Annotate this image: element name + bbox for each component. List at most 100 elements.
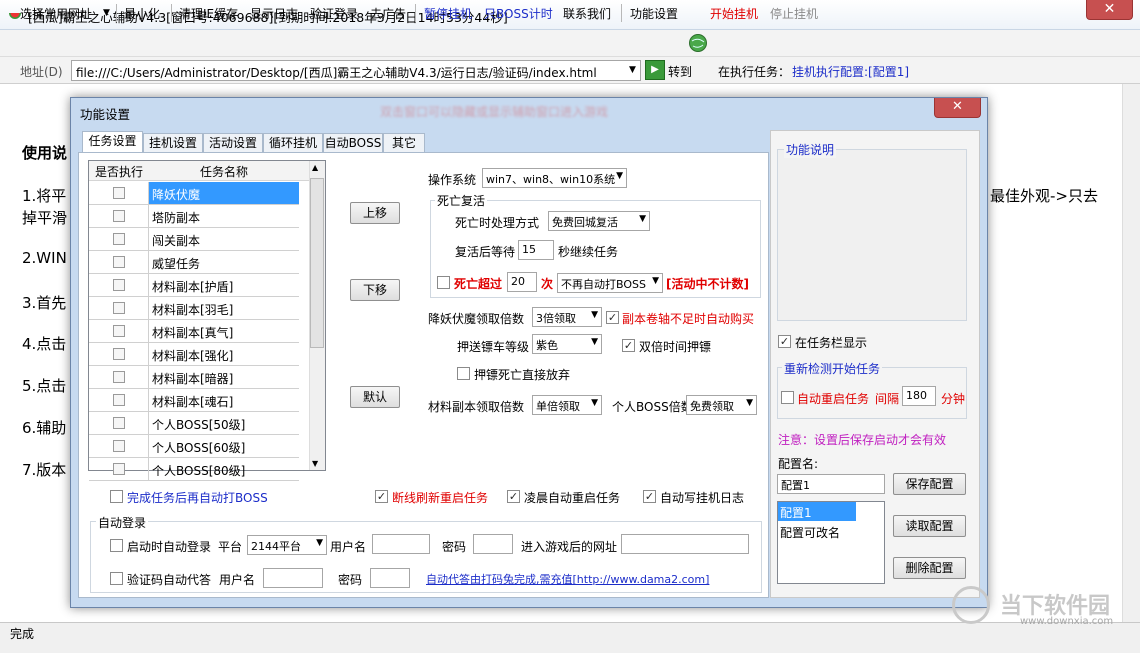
tab-idle-settings[interactable]: 挂机设置: [143, 133, 203, 153]
escort-death-giveup-checkbox[interactable]: [457, 367, 470, 380]
task-list-row[interactable]: 材料副本[暗器]: [89, 366, 299, 389]
verify-login-button[interactable]: 验证登录: [310, 5, 358, 22]
column-header-name[interactable]: 任务名称: [200, 163, 248, 180]
move-up-button[interactable]: 上移: [350, 202, 400, 224]
task-list-row[interactable]: 个人BOSS[60级]: [89, 435, 299, 458]
double-escort-checkbox[interactable]: ✓: [622, 339, 635, 352]
config-list-item[interactable]: 配置可改名: [778, 522, 842, 543]
remove-ads-button[interactable]: 去广告: [370, 5, 406, 22]
task-exec-checkbox[interactable]: [113, 210, 125, 222]
pause-button[interactable]: 暂停挂机: [424, 5, 472, 22]
captcha-service-link[interactable]: 自动代答由打码兔完成,需充值[http://www.dama2.com]: [426, 571, 709, 587]
death-mode-value: 免费回城复活: [552, 216, 618, 229]
settings-button[interactable]: 功能设置: [630, 5, 678, 22]
task-list-row[interactable]: 材料副本[魂石]: [89, 389, 299, 412]
auto-buy-scroll-checkbox[interactable]: ✓: [606, 311, 619, 324]
dawn-restart-checkbox[interactable]: ✓: [507, 490, 520, 503]
config-list-item[interactable]: 配置1: [778, 502, 856, 521]
clear-ie-cache-button[interactable]: 清理IE缓存: [179, 5, 238, 22]
show-taskbar-checkbox[interactable]: ✓: [778, 335, 791, 348]
task-list-row[interactable]: 个人BOSS[50级]: [89, 412, 299, 435]
config-name-input[interactable]: 配置1: [777, 474, 885, 494]
chevron-down-icon: ▼: [591, 337, 598, 347]
address-input[interactable]: file:///C:/Users/Administrator/Desktop/[…: [71, 60, 641, 81]
favorites-dropdown[interactable]: 选择常用网址: [20, 5, 92, 22]
tab-task-settings[interactable]: 任务设置: [82, 131, 143, 153]
task-list-row[interactable]: 降妖伏魔: [89, 182, 299, 205]
task-list-row[interactable]: 材料副本[护盾]: [89, 274, 299, 297]
tab-other[interactable]: 其它: [383, 133, 425, 153]
tab-activity-settings[interactable]: 活动设置: [203, 133, 263, 153]
content-scrollbar[interactable]: [1122, 84, 1140, 622]
after-task-boss-checkbox[interactable]: [110, 490, 123, 503]
task-exec-checkbox[interactable]: [113, 440, 125, 452]
task-exec-checkbox[interactable]: [113, 417, 125, 429]
game-url-input[interactable]: [621, 534, 749, 554]
boss-mult-select[interactable]: 免费领取 ▼: [686, 395, 757, 415]
chevron-down-icon[interactable]: ▼: [312, 459, 318, 468]
chevron-down-icon[interactable]: ▼: [103, 8, 110, 18]
demon-mult-select[interactable]: 3倍领取 ▼: [532, 307, 602, 327]
task-list-row[interactable]: 个人BOSS[80级]: [89, 458, 299, 481]
captcha-username-input[interactable]: [263, 568, 323, 588]
task-exec-checkbox[interactable]: [113, 463, 125, 475]
contact-button[interactable]: 联系我们: [563, 5, 611, 22]
move-down-button[interactable]: 下移: [350, 279, 400, 301]
read-config-button[interactable]: 读取配置: [893, 515, 966, 537]
task-exec-checkbox[interactable]: [113, 187, 125, 199]
auto-log-checkbox[interactable]: ✓: [643, 490, 656, 503]
chevron-up-icon[interactable]: ▲: [312, 163, 318, 172]
task-list-row[interactable]: 材料副本[真气]: [89, 320, 299, 343]
death-exceed-action-select[interactable]: 不再自动打BOSS ▼: [557, 273, 663, 293]
platform-select[interactable]: 2144平台 ▼: [247, 535, 327, 555]
play-icon[interactable]: ▶: [645, 60, 665, 80]
delete-config-button[interactable]: 删除配置: [893, 557, 966, 579]
os-select[interactable]: win7、win8、win10系统 ▼: [482, 168, 627, 188]
task-exec-checkbox[interactable]: [113, 325, 125, 337]
platform-label: 平台: [218, 540, 243, 554]
death-exceed-input[interactable]: 20: [507, 272, 537, 292]
task-exec-checkbox[interactable]: [113, 394, 125, 406]
chevron-down-icon[interactable]: ▼: [625, 61, 640, 80]
boss-timer-button[interactable]: 只BOSS计时: [484, 5, 553, 22]
window-close-button[interactable]: ✕: [1086, 0, 1133, 20]
interval-input[interactable]: 180: [902, 386, 936, 406]
default-button[interactable]: 默认: [350, 386, 400, 408]
task-list-row[interactable]: 威望任务: [89, 251, 299, 274]
auto-restart-checkbox[interactable]: [781, 391, 794, 404]
minimize-button[interactable]: 最小化: [124, 5, 160, 22]
task-exec-checkbox[interactable]: [113, 233, 125, 245]
dialog-close-button[interactable]: ✕: [934, 98, 981, 118]
escort-select[interactable]: 紫色 ▼: [532, 334, 602, 354]
task-exec-checkbox[interactable]: [113, 348, 125, 360]
password-input[interactable]: [473, 534, 513, 554]
captcha-password-input[interactable]: [370, 568, 410, 588]
username-input[interactable]: [372, 534, 430, 554]
task-exec-checkbox[interactable]: [113, 279, 125, 291]
start-button[interactable]: 开始挂机: [710, 5, 758, 22]
tab-loop-idle[interactable]: 循环挂机: [263, 133, 323, 153]
go-button[interactable]: 转到: [668, 63, 692, 80]
death-mode-select[interactable]: 免费回城复活 ▼: [548, 211, 650, 231]
task-list-row[interactable]: 材料副本[强化]: [89, 343, 299, 366]
task-exec-checkbox[interactable]: [113, 371, 125, 383]
captcha-auto-checkbox[interactable]: [110, 572, 123, 585]
death-exceed-label: 死亡超过: [454, 277, 503, 291]
stop-button[interactable]: 停止挂机: [770, 5, 818, 22]
list-scroll-thumb[interactable]: [310, 178, 324, 348]
tab-auto-boss[interactable]: 自动BOSS: [323, 133, 383, 153]
task-list-row[interactable]: 闯关副本: [89, 228, 299, 251]
task-list-row[interactable]: 材料副本[羽毛]: [89, 297, 299, 320]
wait-seconds-input[interactable]: 15: [518, 240, 554, 260]
show-log-button[interactable]: 显示日志: [250, 5, 298, 22]
death-exceed-checkbox[interactable]: [437, 276, 450, 289]
save-config-button[interactable]: 保存配置: [893, 473, 966, 495]
task-exec-checkbox[interactable]: [113, 256, 125, 268]
show-taskbar-label: 在任务栏显示: [795, 336, 868, 350]
column-header-exec[interactable]: 是否执行: [95, 163, 143, 180]
reconnect-restart-checkbox[interactable]: ✓: [375, 490, 388, 503]
material-mult-select[interactable]: 单倍领取 ▼: [532, 395, 602, 415]
task-exec-checkbox[interactable]: [113, 302, 125, 314]
autologin-checkbox[interactable]: [110, 539, 123, 552]
task-list-row[interactable]: 塔防副本: [89, 205, 299, 228]
